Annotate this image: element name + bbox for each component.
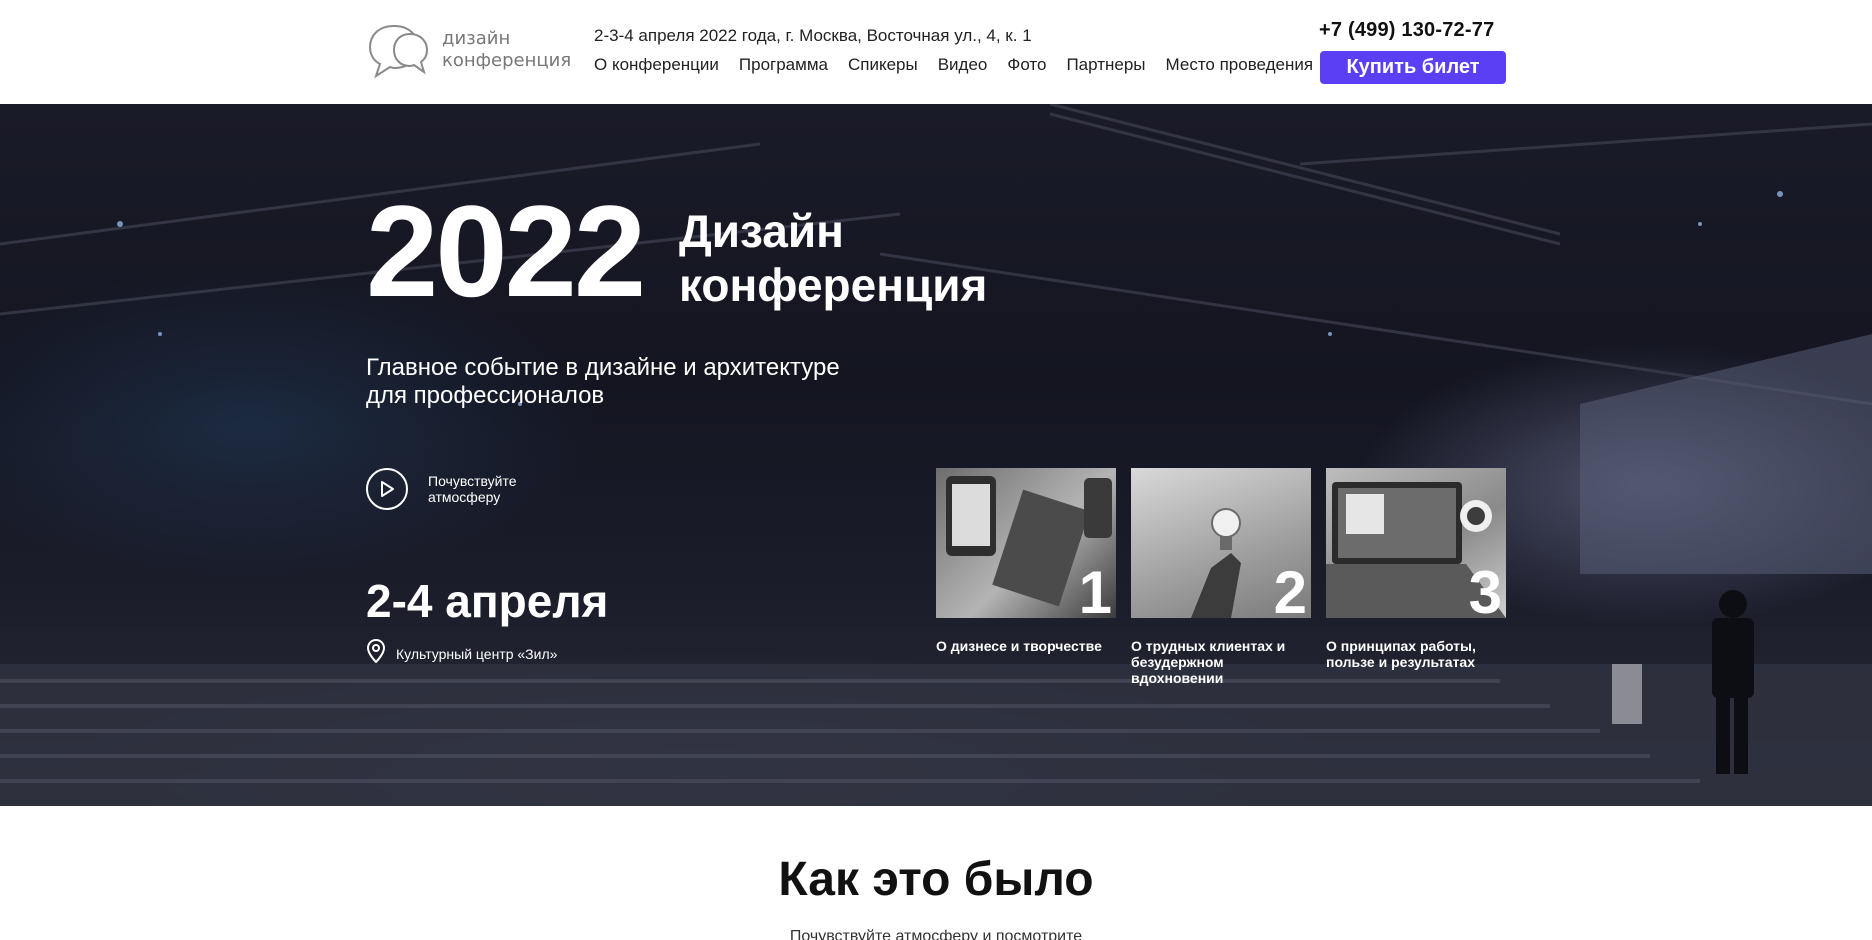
topic-card-image: 1 [936, 468, 1116, 618]
nav-partners[interactable]: Партнеры [1066, 55, 1145, 75]
site-header: дизайн конференция 2-3-4 апреля 2022 год… [0, 0, 1872, 104]
nav-speakers[interactable]: Спикеры [848, 55, 918, 75]
nav-about[interactable]: О конференции [594, 55, 719, 75]
hero-title: Дизайн конференция [679, 204, 987, 312]
section-subtitle: Почувствуйте атмосферу и посмотрите [789, 928, 1083, 940]
topic-card-image: 3 [1326, 468, 1506, 618]
chat-bubbles-logo-icon [366, 20, 432, 80]
nav-venue[interactable]: Место проведения [1166, 55, 1314, 75]
play-icon[interactable] [366, 468, 408, 510]
venue-name: Культурный центр «Зил» [396, 645, 558, 662]
topic-cards: 1 О дизнесе и творчестве 2 О трудных кли… [936, 468, 1521, 686]
phone-number[interactable]: +7 (499) 130-72-77 [1319, 19, 1494, 42]
topic-card-3[interactable]: 3 О принципах работы, пользе и результат… [1326, 468, 1506, 686]
hero-subtitle: Главное событие в дизайне и архитектуре … [366, 354, 840, 410]
event-info: 2-3-4 апреля 2022 года, г. Москва, Восто… [594, 26, 1032, 45]
main-nav: О конференции Программа Спикеры Видео Фо… [594, 55, 1333, 75]
topic-card-number: 1 [1078, 559, 1112, 618]
event-dates: 2-4 апреля [366, 575, 609, 627]
hero-section: 2022 Дизайн конференция Главное событие … [0, 104, 1872, 806]
section-title: Как это было [778, 853, 1094, 906]
topic-card-image: 2 [1131, 468, 1311, 618]
play-video-button[interactable]: Почувствуйте атмосферу [366, 468, 517, 510]
play-label-line2: атмосферу [428, 489, 501, 505]
nav-program[interactable]: Программа [739, 55, 828, 75]
logo-text: дизайн конференция [442, 28, 571, 72]
logo-line1: дизайн [442, 28, 511, 49]
venue-location[interactable]: Культурный центр «Зил» [366, 638, 558, 668]
buy-ticket-button[interactable]: Купить билет [1320, 51, 1506, 84]
hero-year: 2022 [366, 178, 646, 324]
play-label-line1: Почувствуйте [428, 473, 517, 489]
topic-card-label: О дизнесе и творчестве [936, 638, 1102, 654]
hero-title-line2: конференция [679, 259, 988, 311]
topic-card-number: 2 [1273, 559, 1307, 618]
topic-card-2[interactable]: 2 О трудных клиентах и безудержном вдохн… [1131, 468, 1311, 686]
logo-line2: конференция [442, 50, 572, 71]
topic-card-label: О трудных клиентах и безудержном вдохнов… [1131, 638, 1286, 686]
topic-card-label: О принципах работы, пользе и результатах [1326, 638, 1476, 670]
hero-subtitle-line2: для профессионалов [366, 382, 605, 409]
nav-photo[interactable]: Фото [1007, 55, 1046, 75]
hero-subtitle-line1: Главное событие в дизайне и архитектуре [366, 354, 840, 381]
play-label: Почувствуйте атмосферу [428, 473, 517, 505]
location-pin-icon [366, 638, 386, 668]
hero-title-line1: Дизайн [679, 205, 844, 257]
topic-card-1[interactable]: 1 О дизнесе и творчестве [936, 468, 1116, 686]
logo[interactable]: дизайн конференция [366, 18, 571, 82]
topic-card-number: 3 [1468, 559, 1502, 618]
nav-video[interactable]: Видео [938, 55, 988, 75]
